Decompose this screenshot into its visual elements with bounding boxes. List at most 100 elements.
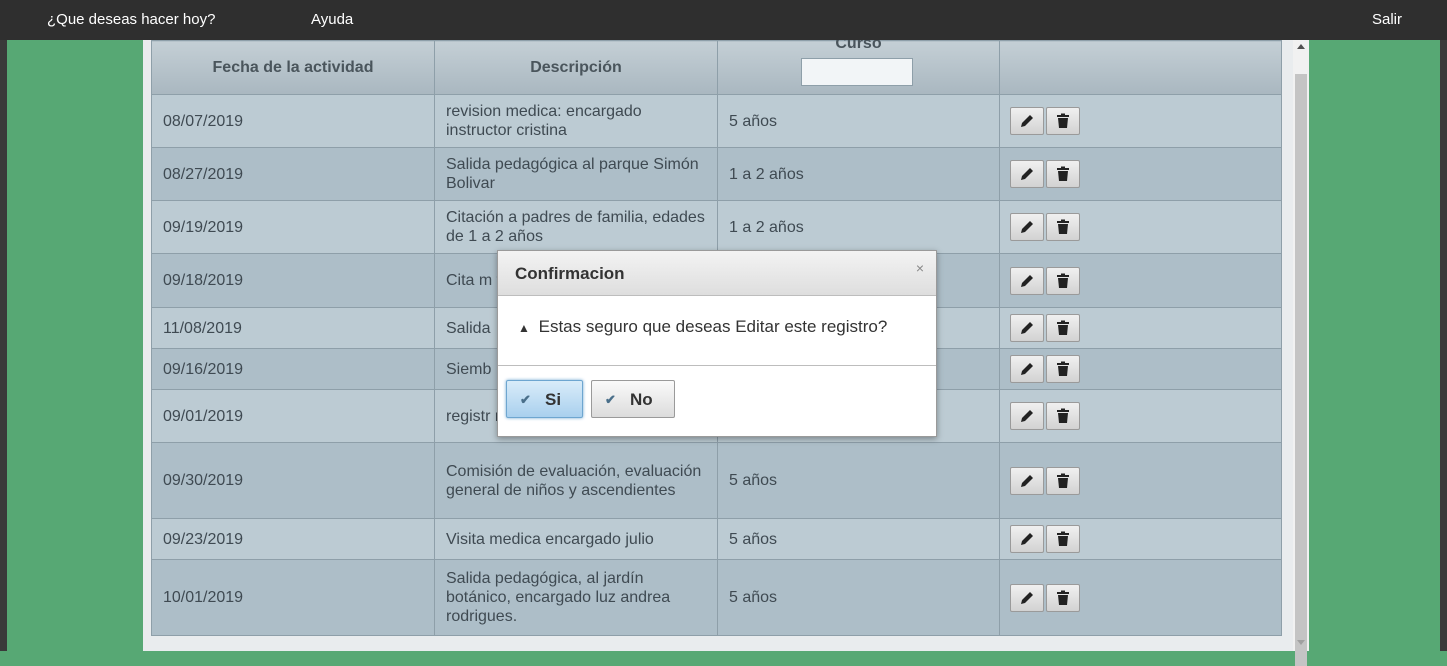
edit-button[interactable] [1010, 213, 1044, 241]
cell-fecha: 08/07/2019 [151, 94, 435, 148]
header-descripcion[interactable]: Descripción [434, 40, 718, 95]
header-fecha[interactable]: Fecha de la actividad [151, 40, 435, 95]
edit-button[interactable] [1010, 583, 1044, 612]
pencil-icon [1021, 168, 1033, 180]
cell-actions [999, 559, 1282, 636]
delete-button[interactable] [1046, 355, 1080, 383]
close-icon[interactable]: × [916, 260, 924, 276]
pencil-icon [1021, 274, 1033, 287]
cell-curso: 1 a 2 años [717, 200, 1000, 254]
scroll-down-arrow-icon[interactable] [1297, 640, 1305, 645]
edit-button[interactable] [1010, 160, 1044, 188]
delete-button[interactable] [1046, 583, 1080, 612]
trash-icon [1057, 408, 1069, 423]
table-row[interactable]: 09/23/2019 Visita medica encargado julio 5… [151, 518, 1282, 560]
cell-curso: 5 años [717, 94, 1000, 148]
pencil-icon [1021, 591, 1033, 604]
yes-button[interactable]: ✔ Si [506, 380, 583, 418]
trash-icon [1057, 531, 1069, 546]
scrollbar-thumb[interactable] [1295, 74, 1307, 666]
cell-descripcion: Visita medica encargado julio [434, 518, 718, 560]
cell-fecha: 10/01/2019 [151, 559, 435, 636]
vertical-scrollbar[interactable] [1293, 40, 1309, 666]
left-border [0, 40, 7, 651]
edit-button[interactable] [1010, 402, 1044, 430]
menu-help[interactable]: Ayuda [311, 11, 353, 28]
dialog-title: Confirmacion [515, 264, 625, 283]
cell-curso: 1 a 2 años [717, 147, 1000, 201]
header-actions [999, 40, 1282, 95]
check-icon: ✔ [605, 392, 616, 407]
edit-button[interactable] [1010, 107, 1044, 135]
cell-fecha: 09/18/2019 [151, 253, 435, 308]
edit-button[interactable] [1010, 525, 1044, 553]
yes-button-label: Si [545, 390, 562, 409]
cell-fecha: 11/08/2019 [151, 307, 435, 349]
delete-button[interactable] [1046, 107, 1080, 135]
pencil-icon [1021, 410, 1033, 422]
cell-actions [999, 348, 1282, 390]
table-row[interactable]: 08/07/2019 revision medica: encargado ins… [151, 94, 1282, 148]
trash-icon [1057, 166, 1069, 181]
cell-fecha: 09/30/2019 [151, 442, 435, 519]
pencil-icon [1021, 533, 1033, 545]
cell-fecha: 08/27/2019 [151, 147, 435, 201]
no-button[interactable]: ✔ No [591, 380, 675, 418]
top-navbar: ¿Que deseas hacer hoy? Ayuda Salir [0, 0, 1447, 40]
delete-button[interactable] [1046, 402, 1080, 430]
pencil-icon [1021, 363, 1033, 375]
pencil-icon [1021, 115, 1033, 127]
delete-button[interactable] [1046, 160, 1080, 188]
cell-actions [999, 442, 1282, 519]
trash-icon [1057, 473, 1069, 488]
trash-icon [1057, 590, 1069, 605]
dialog-message: Estas seguro que deseas Editar este regi… [538, 317, 888, 336]
table-row[interactable]: 09/30/2019 Comisión de evaluación, evalua… [151, 442, 1282, 519]
delete-button[interactable] [1046, 466, 1080, 495]
pencil-icon [1021, 322, 1033, 334]
trash-icon [1057, 320, 1069, 335]
menu-logout[interactable]: Salir [1372, 11, 1402, 28]
cell-fecha: 09/16/2019 [151, 348, 435, 390]
cell-descripcion: Salida pedagógica, al jardín botánico, e… [434, 559, 718, 636]
cell-actions [999, 307, 1282, 349]
edit-button[interactable] [1010, 466, 1044, 495]
cell-fecha: 09/23/2019 [151, 518, 435, 560]
cell-actions [999, 200, 1282, 254]
trash-icon [1057, 273, 1069, 288]
table-header-row: Fecha de la actividad Descripción Curso [151, 40, 1282, 95]
cell-actions [999, 253, 1282, 308]
cell-actions [999, 518, 1282, 560]
table-row[interactable]: 09/19/2019 Citación a padres de familia, … [151, 200, 1282, 254]
cell-actions [999, 389, 1282, 443]
right-border [1440, 40, 1447, 651]
table-row[interactable]: 10/01/2019 Salida pedagógica, al jardín b… [151, 559, 1282, 636]
trash-icon [1057, 113, 1069, 128]
no-button-label: No [630, 390, 653, 409]
cell-descripcion: Comisión de evaluación, evaluación gener… [434, 442, 718, 519]
cell-descripcion: Citación a padres de familia, edades de … [434, 200, 718, 254]
header-curso-label[interactable]: Curso [718, 40, 999, 53]
trash-icon [1057, 219, 1069, 234]
header-curso: Curso [717, 40, 1000, 95]
cell-curso: 5 años [717, 559, 1000, 636]
delete-button[interactable] [1046, 314, 1080, 342]
cell-descripcion: Salida pedagógica al parque Simón Boliva… [434, 147, 718, 201]
table-row[interactable]: 08/27/2019 Salida pedagógica al parque Si… [151, 147, 1282, 201]
edit-button[interactable] [1010, 314, 1044, 342]
delete-button[interactable] [1046, 525, 1080, 553]
dialog-message-row: ▲ Estas seguro que deseas Editar este re… [518, 317, 887, 337]
cell-descripcion: revision medica: encargado instructor cr… [434, 94, 718, 148]
delete-button[interactable] [1046, 266, 1080, 295]
warning-icon: ▲ [518, 321, 530, 335]
check-icon: ✔ [520, 392, 531, 407]
curso-filter-input[interactable] [801, 58, 913, 86]
scroll-up-arrow-icon[interactable] [1297, 44, 1305, 49]
edit-button[interactable] [1010, 266, 1044, 295]
edit-button[interactable] [1010, 355, 1044, 383]
cell-actions [999, 94, 1282, 148]
cell-fecha: 09/01/2019 [151, 389, 435, 443]
dialog-header: Confirmacion × [498, 251, 936, 296]
delete-button[interactable] [1046, 213, 1080, 241]
menu-what-to-do[interactable]: ¿Que deseas hacer hoy? [47, 11, 215, 28]
